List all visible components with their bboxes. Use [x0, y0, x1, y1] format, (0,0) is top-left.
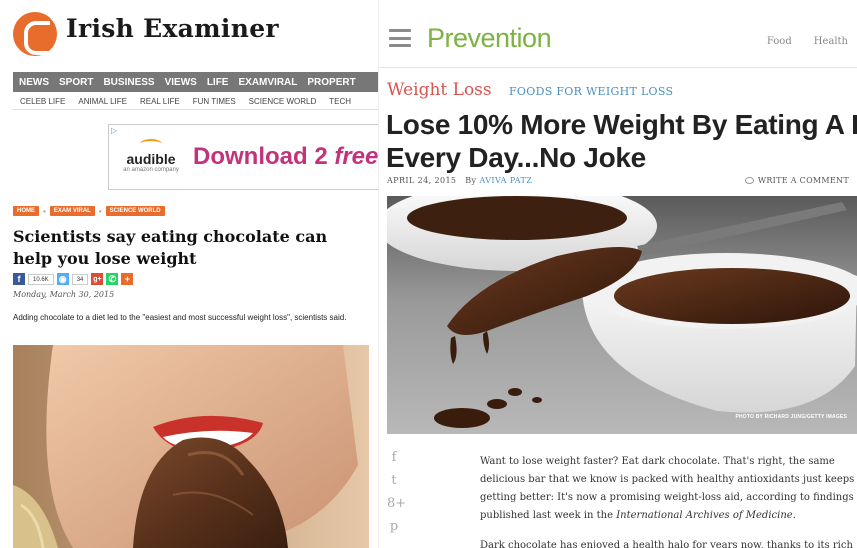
article-meta: APRIL 24, 2015 By AVIVA PATZ — [387, 176, 532, 185]
woman-eating-chocolate-photo — [13, 345, 369, 548]
nav-item-food[interactable]: Food — [767, 36, 792, 47]
facebook-share-count: 10.6K — [28, 273, 54, 285]
main-nav: NEWS SPORT BUSINESS VIEWS LIFE EXAMVIRAL… — [13, 72, 378, 92]
screenshot-composite: Irish Examiner NEWS SPORT BUSINESS VIEWS… — [0, 0, 857, 548]
nav-item-business[interactable]: BUSINESS — [103, 77, 154, 88]
nav-item-property[interactable]: PROPERT — [307, 77, 355, 88]
subnav-item-fun-times[interactable]: FUN TIMES — [193, 97, 236, 106]
body-paragraph: Want to lose weight faster? Eat dark cho… — [480, 453, 856, 525]
ad-headline-italic: free — [334, 143, 378, 170]
adchoices-icon[interactable]: ▷ — [111, 126, 117, 135]
journal-name: International Archives of Medicine — [616, 510, 793, 521]
body-paragraph-1b: . — [792, 510, 796, 521]
breadcrumb-science-world[interactable]: SCIENCE WORLD — [105, 206, 165, 216]
byline-prefix: By — [465, 176, 477, 185]
nav-item-views[interactable]: VIEWS — [165, 77, 197, 88]
article-date: APRIL 24, 2015 — [387, 176, 457, 185]
audible-brand: audible — [126, 151, 176, 167]
facebook-icon[interactable]: f — [387, 450, 401, 465]
sub-nav: CELEB LIFE ANIMAL LIFE REAL LIFE FUN TIM… — [13, 94, 378, 110]
site-header: Prevention Food Health — [379, 12, 857, 68]
breadcrumb-separator: • — [43, 206, 46, 216]
article-standfirst: Adding chocolate to a diet led to the "e… — [13, 313, 347, 322]
audible-ad-banner[interactable]: ▷ audible an amazon company Download 2 f… — [108, 124, 378, 190]
prevention-page: Prevention Food Health Weight Loss FOODS… — [378, 0, 857, 548]
category-link[interactable]: Weight Loss — [387, 80, 492, 100]
subnav-item-real-life[interactable]: REAL LIFE — [140, 97, 180, 106]
article-headline: Scientists say eating chocolate can help… — [13, 227, 328, 268]
irish-examiner-logo-icon[interactable] — [13, 12, 57, 56]
chocolate-spoon-photo: PHOTO BY RICHARD JUNG/GETTY IMAGES — [387, 196, 857, 434]
more-share-icon[interactable]: + — [121, 273, 134, 285]
article-photo-illustration — [387, 196, 857, 434]
ad-headline: Download 2 free — [193, 143, 378, 171]
prevention-logo[interactable]: Prevention — [427, 23, 552, 54]
subnav-item-animal-life[interactable]: ANIMAL LIFE — [78, 97, 127, 106]
nav-item-life[interactable]: LIFE — [207, 77, 229, 88]
audible-wave-icon — [140, 139, 162, 149]
site-title[interactable]: Irish Examiner — [66, 14, 279, 43]
subnav-item-celeb-life[interactable]: CELEB LIFE — [20, 97, 65, 106]
whatsapp-icon[interactable]: ✆ — [106, 273, 119, 285]
hamburger-menu-icon[interactable] — [389, 29, 411, 47]
googleplus-icon[interactable]: g+ — [91, 273, 104, 285]
social-share-column: f t 8+ p — [387, 450, 406, 534]
write-comment-link[interactable]: WRITE A COMMENT — [744, 176, 849, 185]
pinterest-icon[interactable]: p — [387, 519, 401, 534]
nav-item-news[interactable]: NEWS — [19, 77, 49, 88]
googleplus-icon[interactable]: 8+ — [387, 496, 406, 511]
article-photo-illustration — [13, 345, 369, 548]
facebook-icon[interactable]: f — [13, 273, 25, 285]
breadcrumb: HOME • EXAM VIRAL • SCIENCE WORLD — [13, 206, 165, 216]
twitter-icon[interactable]: t — [387, 473, 401, 488]
breadcrumb-separator: • — [98, 206, 102, 216]
top-nav: Food Health — [767, 36, 848, 47]
audible-logo: audible an amazon company — [121, 139, 181, 173]
twitter-share-count: 34 — [71, 273, 89, 285]
share-bar: f 10.6K ◉ 34 g+ ✆ + — [13, 273, 134, 285]
nav-item-examviral[interactable]: EXAMVIRAL — [238, 77, 297, 88]
nav-item-sport[interactable]: SPORT — [59, 77, 93, 88]
write-comment-label: WRITE A COMMENT — [757, 176, 849, 185]
nav-item-health[interactable]: Health — [814, 36, 848, 47]
body-paragraph-2: Dark chocolate has enjoyed a health halo… — [480, 540, 853, 548]
subnav-item-tech[interactable]: TECH — [329, 97, 351, 106]
article-headline: Lose 10% More Weight By Eating A Bar Eve… — [386, 109, 857, 173]
breadcrumb-exam-viral[interactable]: EXAM VIRAL — [49, 206, 95, 216]
author-link[interactable]: AVIVA PATZ — [479, 176, 532, 185]
comment-bubble-icon — [744, 177, 754, 184]
article-date: Monday, March 30, 2015 — [13, 290, 115, 299]
breadcrumb-home[interactable]: HOME — [13, 206, 39, 216]
ad-headline-plain: Download 2 — [193, 143, 335, 170]
twitter-icon[interactable]: ◉ — [56, 273, 69, 285]
irish-examiner-page: Irish Examiner NEWS SPORT BUSINESS VIEWS… — [0, 0, 378, 548]
subnav-item-science-world[interactable]: SCIENCE WORLD — [249, 97, 317, 106]
article-body: Want to lose weight faster? Eat dark cho… — [480, 453, 856, 548]
subcategory-link[interactable]: FOODS FOR WEIGHT LOSS — [509, 85, 673, 98]
audible-brand-sub: an amazon company — [123, 167, 179, 173]
photo-credit: PHOTO BY RICHARD JUNG/GETTY IMAGES — [735, 414, 847, 420]
